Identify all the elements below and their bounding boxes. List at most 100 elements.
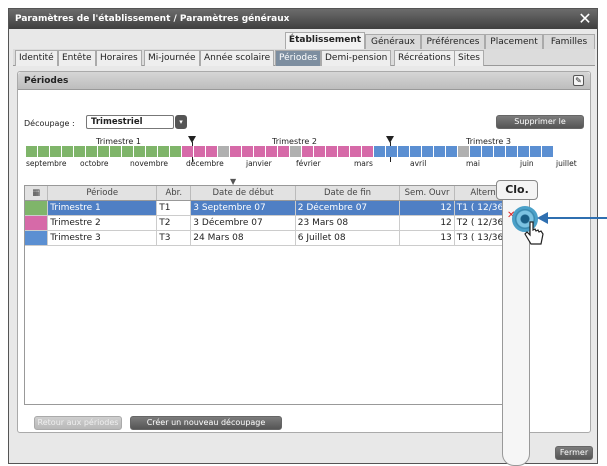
period-start[interactable]: 24 Mars 08 [190, 230, 296, 246]
week-cell[interactable] [494, 146, 506, 157]
week-cell[interactable] [74, 146, 86, 157]
week-cell[interactable] [158, 146, 170, 157]
week-cell[interactable] [434, 146, 446, 157]
tab-placement[interactable]: Placement [485, 34, 543, 49]
week-cell[interactable] [194, 146, 206, 157]
week-cell[interactable] [266, 146, 278, 157]
period-start[interactable]: 3 Septembre 07 [190, 200, 296, 216]
month-label: février [296, 159, 321, 168]
subtab-recreations[interactable]: Récréations [394, 50, 455, 66]
week-cell[interactable] [338, 146, 350, 157]
period-name[interactable]: Trimestre 1 [47, 200, 158, 216]
week-cell[interactable] [362, 146, 374, 157]
week-cell[interactable] [302, 146, 314, 157]
tab-preferences[interactable]: Préférences [421, 34, 485, 49]
subtab-mi-journee[interactable]: Mi-journée [144, 50, 200, 66]
color-swatch[interactable] [25, 200, 49, 216]
week-cell[interactable] [458, 146, 470, 157]
week-cell[interactable] [242, 146, 254, 157]
week-cell[interactable] [134, 146, 146, 157]
close-icon[interactable]: ✕ [577, 9, 593, 29]
week-cell[interactable] [482, 146, 494, 157]
week-cell[interactable] [254, 146, 266, 157]
period-end[interactable]: 2 Décembre 07 [295, 200, 401, 216]
color-swatch[interactable] [25, 215, 49, 231]
week-cell[interactable] [26, 146, 38, 157]
period-name[interactable]: Trimestre 2 [47, 215, 158, 231]
week-cell[interactable] [374, 146, 386, 157]
table-row[interactable]: Trimestre 1 T1 3 Septembre 07 2 Décembre… [25, 200, 524, 216]
week-cell[interactable] [506, 146, 518, 157]
tab-familles[interactable]: Familles [543, 34, 595, 49]
week-cell[interactable] [518, 146, 530, 157]
col-header-start[interactable]: Date de début [190, 186, 296, 201]
week-cell[interactable] [446, 146, 458, 157]
subtab-sites[interactable]: Sites [454, 50, 484, 66]
chevron-down-icon[interactable]: ▾ [175, 115, 187, 129]
week-cell[interactable] [326, 146, 338, 157]
week-cell[interactable] [314, 146, 326, 157]
timeline-label-t3: Trimestre 3 [466, 137, 511, 146]
period-abr[interactable]: T3 [156, 230, 192, 246]
table-row[interactable]: Trimestre 2 T2 3 Décembre 07 23 Mars 08 … [25, 215, 524, 231]
col-header-abr[interactable]: Abr. [156, 186, 192, 201]
week-cell[interactable] [206, 146, 218, 157]
decoupage-label: Découpage : [24, 119, 75, 128]
week-cell[interactable] [530, 146, 542, 157]
week-cell[interactable] [422, 146, 434, 157]
week-cell[interactable] [230, 146, 242, 157]
period-end[interactable]: 6 Juillet 08 [295, 230, 401, 246]
month-label: mars [354, 159, 373, 168]
grid-header-row: ▦ Période Abr. Date de début Date de fin… [25, 186, 524, 201]
subtab-identite[interactable]: Identité [15, 50, 58, 66]
create-decoupage-button[interactable]: Créer un nouveau découpage [130, 416, 282, 430]
subtab-periodes[interactable]: Périodes [275, 50, 322, 66]
period-abr[interactable]: T2 [156, 215, 192, 231]
col-header-periode[interactable]: Période [47, 186, 158, 201]
month-label: octobre [80, 159, 109, 168]
week-cell[interactable] [182, 146, 194, 157]
week-cell[interactable] [542, 146, 554, 157]
delete-decoupage-button[interactable]: Supprimer le découpage [496, 115, 584, 138]
subtab-horaires[interactable]: Horaires [96, 50, 142, 66]
week-cell[interactable] [62, 146, 74, 157]
edit-icon[interactable]: ✎ [573, 75, 584, 86]
subtab-demi-pension[interactable]: Demi-pension [321, 50, 392, 66]
week-cell[interactable] [410, 146, 422, 157]
week-cell[interactable] [110, 146, 122, 157]
col-header-weeks[interactable]: Sem. Ouvr [399, 186, 455, 201]
clo-header-callout[interactable]: Clo. [496, 180, 538, 200]
week-cell[interactable] [122, 146, 134, 157]
tab-generaux[interactable]: Généraux [365, 34, 421, 49]
subtab-entete[interactable]: Entête [58, 50, 96, 66]
decoupage-select[interactable]: Trimestriel ▾ [86, 115, 187, 129]
panel-header: Périodes ✎ [18, 72, 590, 90]
week-cell[interactable] [278, 146, 290, 157]
subtab-annee-scolaire[interactable]: Année scolaire [200, 50, 275, 66]
close-button[interactable]: Fermer [555, 446, 593, 460]
period-start[interactable]: 3 Décembre 07 [190, 215, 296, 231]
period-end[interactable]: 23 Mars 08 [295, 215, 401, 231]
retour-periodes-button[interactable]: Retour aux périodes [34, 416, 122, 430]
week-cell[interactable] [98, 146, 110, 157]
table-row[interactable]: Trimestre 3 T3 24 Mars 08 6 Juillet 08 1… [25, 230, 524, 246]
week-cell[interactable] [146, 146, 158, 157]
week-cell[interactable] [290, 146, 302, 157]
timeline-label-t2: Trimestre 2 [272, 137, 317, 146]
col-header-end[interactable]: Date de fin [295, 186, 401, 201]
period-abr[interactable]: T1 [156, 200, 192, 216]
color-swatch[interactable] [25, 230, 49, 246]
week-cell[interactable] [398, 146, 410, 157]
tab-etablissement[interactable]: Établissement [285, 32, 365, 49]
week-strip [26, 146, 578, 157]
week-cell[interactable] [386, 146, 398, 157]
week-cell[interactable] [470, 146, 482, 157]
week-cell[interactable] [218, 146, 230, 157]
week-cell[interactable] [170, 146, 182, 157]
week-cell[interactable] [350, 146, 362, 157]
week-cell[interactable] [38, 146, 50, 157]
settings-window: Paramètres de l'établissement / Paramètr… [8, 8, 607, 466]
week-cell[interactable] [50, 146, 62, 157]
period-name[interactable]: Trimestre 3 [47, 230, 158, 246]
week-cell[interactable] [86, 146, 98, 157]
